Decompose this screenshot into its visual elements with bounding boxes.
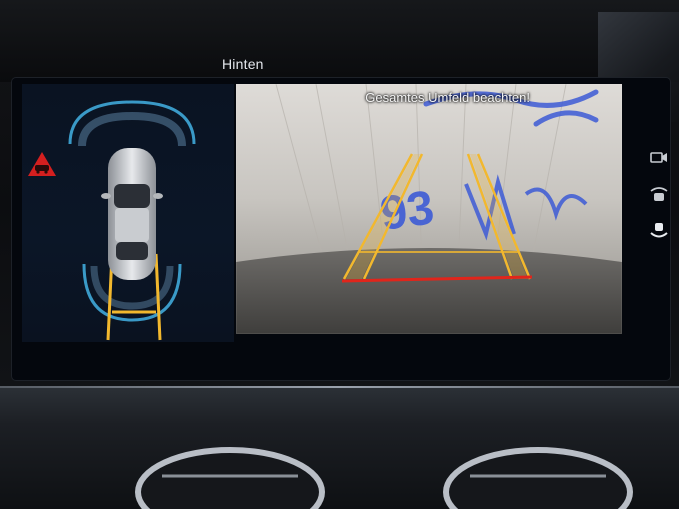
car-mirror-right (153, 193, 163, 199)
car-windshield (114, 184, 150, 208)
camera-warning-message: Gesamtes Umfeld beachten! (365, 90, 530, 105)
photo-frame: Hinten 93 Gesamtes Umfeld beachten! (0, 0, 679, 509)
camera-image: 93 (236, 84, 622, 334)
air-vent-left (135, 447, 325, 509)
air-vents (135, 447, 633, 509)
rear-camera-view: 93 Gesamtes Umfeld beachten! (236, 84, 622, 334)
parking-sensor-icon[interactable] (648, 183, 670, 205)
top-view-graphic (68, 100, 196, 341)
parking-assist-icon[interactable] (648, 220, 670, 242)
camera-switch-icon[interactable] (648, 147, 670, 169)
top-shade (0, 0, 679, 82)
dashboard-wood-trim (0, 388, 679, 509)
car-rear-window (116, 242, 148, 260)
view-title: Hinten (222, 56, 264, 72)
guide-line-right (154, 253, 162, 341)
sensor-zone-front-inner (78, 111, 186, 147)
car-roof (115, 208, 149, 242)
collision-warning-icon (28, 152, 56, 176)
floor (236, 248, 622, 334)
car-mirror-left (101, 193, 111, 199)
air-vent-right (443, 447, 633, 509)
parking-overview-panel (22, 84, 234, 342)
